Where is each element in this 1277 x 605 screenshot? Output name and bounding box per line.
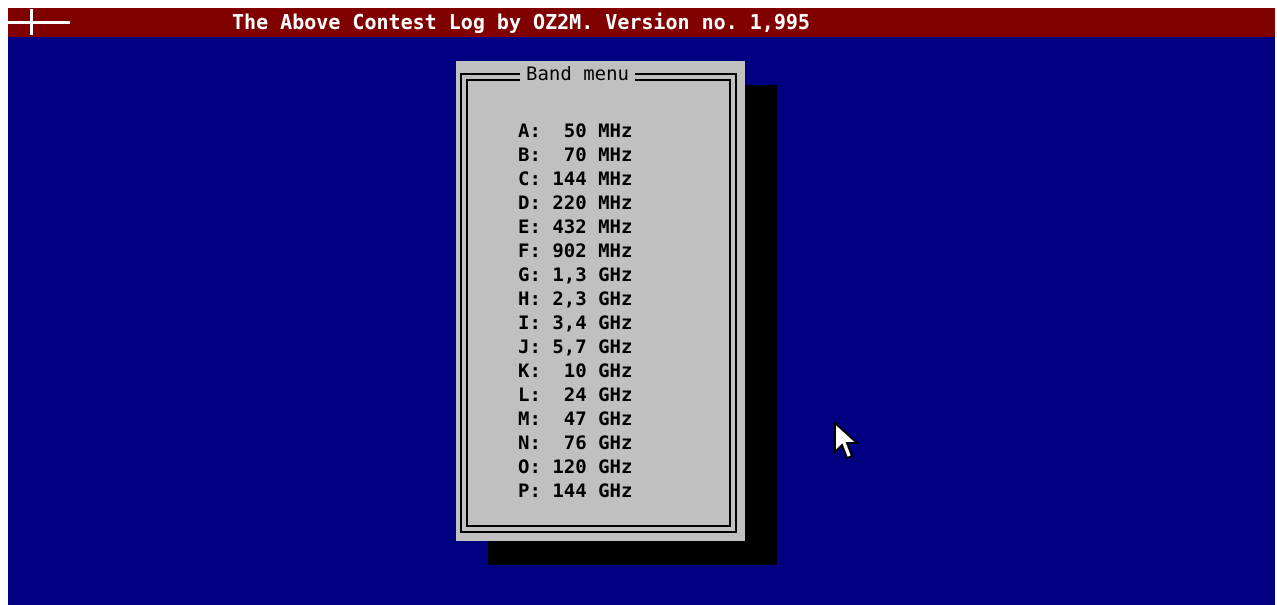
band-unit: GHz: [598, 456, 633, 478]
band-frequency: 5,7: [540, 336, 587, 358]
band-key: M:: [518, 408, 541, 430]
band-item-f[interactable]: F: 902 MHz: [518, 239, 632, 263]
band-frequency: 2,3: [540, 288, 587, 310]
band-unit: MHz: [598, 216, 633, 238]
dialog-title: Band menu: [520, 61, 635, 87]
band-item-g[interactable]: G: 1,3 GHz: [518, 263, 632, 287]
mouse-pointer-icon: [834, 422, 860, 460]
band-unit: GHz: [598, 360, 633, 382]
band-frequency: 10: [540, 360, 587, 382]
band-item-e[interactable]: E: 432 MHz: [518, 215, 632, 239]
system-menu-icon-stem: [30, 9, 33, 35]
band-unit: GHz: [598, 264, 633, 286]
band-frequency: 432: [540, 216, 587, 238]
band-unit: GHz: [598, 288, 633, 310]
band-key: J:: [518, 336, 541, 358]
band-item-h[interactable]: H: 2,3 GHz: [518, 287, 632, 311]
band-unit: MHz: [598, 240, 633, 262]
band-unit: GHz: [598, 432, 633, 454]
band-key: D:: [518, 192, 541, 214]
band-item-n[interactable]: N: 76 GHz: [518, 431, 632, 455]
band-frequency: 47: [540, 408, 587, 430]
band-key: E:: [518, 216, 541, 238]
band-item-p[interactable]: P: 144 GHz: [518, 479, 632, 503]
band-key: K:: [518, 360, 541, 382]
band-unit: MHz: [598, 144, 633, 166]
band-key: C:: [518, 168, 541, 190]
band-item-b[interactable]: B: 70 MHz: [518, 143, 632, 167]
band-frequency: 3,4: [540, 312, 587, 334]
band-item-d[interactable]: D: 220 MHz: [518, 191, 632, 215]
band-unit: MHz: [598, 120, 633, 142]
band-list: A: 50 MHz B: 70 MHz C: 144 MHz D: 220 MH…: [518, 119, 632, 503]
band-key: O:: [518, 456, 541, 478]
band-menu-dialog: Band menu A: 50 MHz B: 70 MHz C: 144 MHz…: [456, 61, 745, 541]
band-key: F:: [518, 240, 541, 262]
band-unit: MHz: [598, 168, 633, 190]
band-item-j[interactable]: J: 5,7 GHz: [518, 335, 632, 359]
band-key: I:: [518, 312, 541, 334]
band-frequency: 220: [540, 192, 587, 214]
band-key: L:: [518, 384, 541, 406]
band-key: B:: [518, 144, 541, 166]
band-frequency: 24: [540, 384, 587, 406]
band-item-i[interactable]: I: 3,4 GHz: [518, 311, 632, 335]
band-frequency: 144: [540, 168, 587, 190]
band-item-o[interactable]: O: 120 GHz: [518, 455, 632, 479]
band-item-a[interactable]: A: 50 MHz: [518, 119, 632, 143]
system-menu-icon[interactable]: [8, 8, 74, 37]
band-frequency: 1,3: [540, 264, 587, 286]
band-unit: MHz: [598, 192, 633, 214]
band-unit: GHz: [598, 480, 633, 502]
band-frequency: 50: [540, 120, 587, 142]
band-item-l[interactable]: L: 24 GHz: [518, 383, 632, 407]
band-frequency: 70: [540, 144, 587, 166]
band-frequency: 144: [540, 480, 587, 502]
band-unit: GHz: [598, 384, 633, 406]
band-frequency: 902: [540, 240, 587, 262]
band-key: N:: [518, 432, 541, 454]
band-frequency: 76: [540, 432, 587, 454]
band-unit: GHz: [598, 336, 633, 358]
band-key: P:: [518, 480, 541, 502]
band-frequency: 120: [540, 456, 587, 478]
band-key: G:: [518, 264, 541, 286]
band-key: H:: [518, 288, 541, 310]
band-item-m[interactable]: M: 47 GHz: [518, 407, 632, 431]
band-unit: GHz: [598, 312, 633, 334]
band-key: A:: [518, 120, 541, 142]
title-bar: The Above Contest Log by OZ2M. Version n…: [8, 8, 1275, 37]
band-unit: GHz: [598, 408, 633, 430]
dos-screen: The Above Contest Log by OZ2M. Version n…: [8, 8, 1275, 605]
system-menu-icon-bar: [8, 21, 70, 24]
app-title: The Above Contest Log by OZ2M. Version n…: [232, 10, 810, 34]
band-item-c[interactable]: C: 144 MHz: [518, 167, 632, 191]
band-item-k[interactable]: K: 10 GHz: [518, 359, 632, 383]
